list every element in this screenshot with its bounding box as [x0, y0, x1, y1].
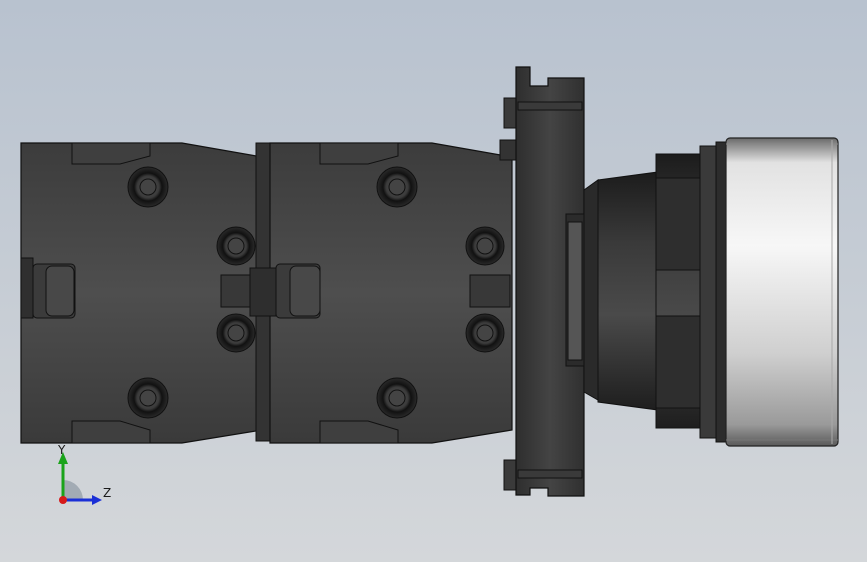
z-axis-label: Z: [103, 486, 111, 500]
model-view-canvas[interactable]: Y Z: [0, 0, 867, 562]
contact-block-left[interactable]: [20, 142, 263, 444]
button-collar[interactable]: [583, 141, 729, 443]
button-cap[interactable]: [725, 137, 839, 447]
contact-block-right[interactable]: [249, 142, 513, 444]
y-axis-label: Y: [57, 443, 66, 457]
graphics-viewport[interactable]: Y Z: [0, 0, 867, 562]
x-axis-dot: [59, 496, 67, 504]
